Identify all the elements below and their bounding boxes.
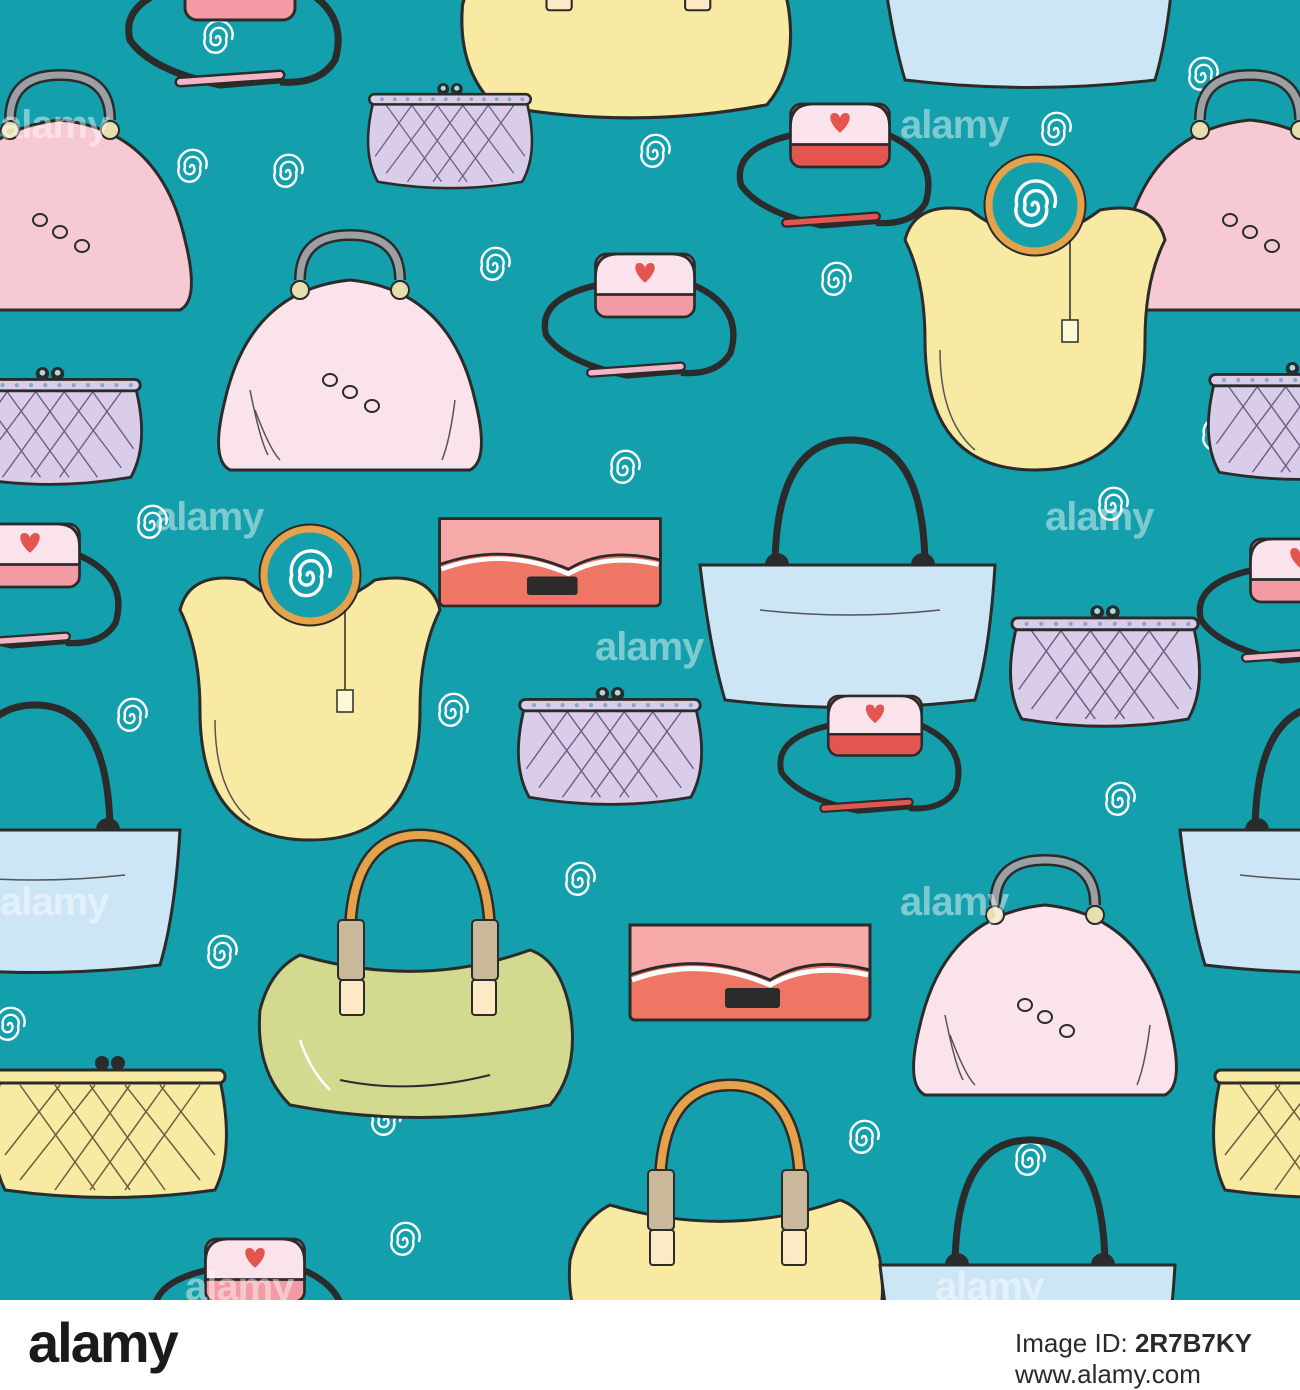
watermark: alamy bbox=[1045, 495, 1155, 539]
watermark: alamy bbox=[900, 880, 1010, 924]
watermark: alamy bbox=[935, 1265, 1045, 1300]
watermark: alamy bbox=[595, 625, 705, 669]
site-url: www.alamy.com bbox=[1014, 1359, 1201, 1389]
watermark: alamy bbox=[155, 495, 265, 539]
stock-footer-bar: alamy Image ID: 2R7B7KY www.alamy.com bbox=[0, 1300, 1300, 1390]
watermark: alamy bbox=[185, 1265, 295, 1300]
image-id-label: Image ID: bbox=[1014, 1328, 1128, 1358]
image-id-value: 2R7B7KY bbox=[1134, 1328, 1252, 1358]
watermark: alamy bbox=[900, 103, 1010, 147]
watermark: alamy bbox=[0, 103, 110, 147]
handbag-pattern-image: alamy alamy alamy alamy alamy alamy alam… bbox=[0, 0, 1300, 1300]
image-id: Image ID: 2R7B7KY www.alamy.com bbox=[1015, 1328, 1252, 1390]
watermark: alamy bbox=[0, 880, 110, 924]
alamy-logo[interactable]: alamy bbox=[28, 1310, 179, 1375]
